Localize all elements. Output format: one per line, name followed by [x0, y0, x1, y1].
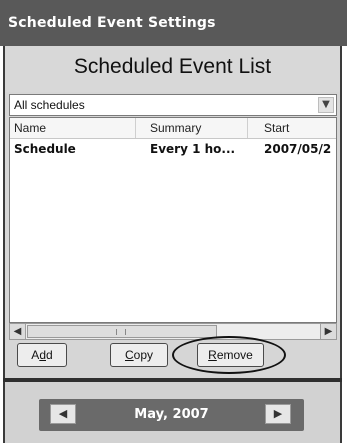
schedule-filter-dropdown[interactable]: All schedules ▼	[9, 94, 337, 116]
panel-header: Scheduled Event List	[5, 46, 340, 92]
arrow-left-icon: ◀	[58, 407, 68, 420]
window-title: Scheduled Event Settings	[8, 15, 216, 31]
row-start-cell: 2007/05/2	[264, 142, 332, 156]
add-button[interactable]: Add	[17, 343, 67, 367]
horizontal-scrollbar[interactable]: ◀ ▶	[9, 323, 337, 340]
current-month-label: May, 2007	[134, 407, 209, 422]
next-month-button[interactable]: ▶	[265, 404, 291, 424]
row-summary-cell: Every 1 ho...	[150, 142, 236, 156]
chevron-down-icon[interactable]: ▼	[318, 97, 334, 113]
column-header-name[interactable]: Name	[10, 118, 136, 138]
arrow-right-icon: ▶	[273, 407, 283, 420]
scrollbar-thumb[interactable]	[27, 325, 217, 338]
scheduled-event-settings-window: Scheduled Event Settings Scheduled Event…	[0, 0, 347, 443]
column-header-start[interactable]: Start	[248, 118, 336, 138]
previous-month-button[interactable]: ◀	[50, 404, 76, 424]
schedule-filter-value: All schedules	[14, 98, 85, 112]
arrow-right-icon[interactable]: ▶	[320, 324, 336, 339]
table-row[interactable]: Schedule Every 1 ho... 2007/05/2	[10, 140, 336, 158]
panel-heading: Scheduled Event List	[73, 55, 272, 78]
copy-button[interactable]: Copy	[110, 343, 168, 367]
month-navigation-bar: ◀ May, 2007 ▶	[39, 399, 304, 431]
scrollbar-grip	[116, 329, 126, 335]
highlight-ellipse-annotation	[172, 336, 286, 374]
window-titlebar: Scheduled Event Settings	[0, 0, 347, 46]
column-header-summary[interactable]: Summary	[136, 118, 248, 138]
list-header: Name Summary Start	[10, 118, 336, 139]
arrow-left-icon[interactable]: ◀	[10, 324, 26, 339]
row-name-cell: Schedule	[14, 142, 76, 156]
schedule-list[interactable]: Name Summary Start Schedule Every 1 ho..…	[9, 117, 337, 323]
